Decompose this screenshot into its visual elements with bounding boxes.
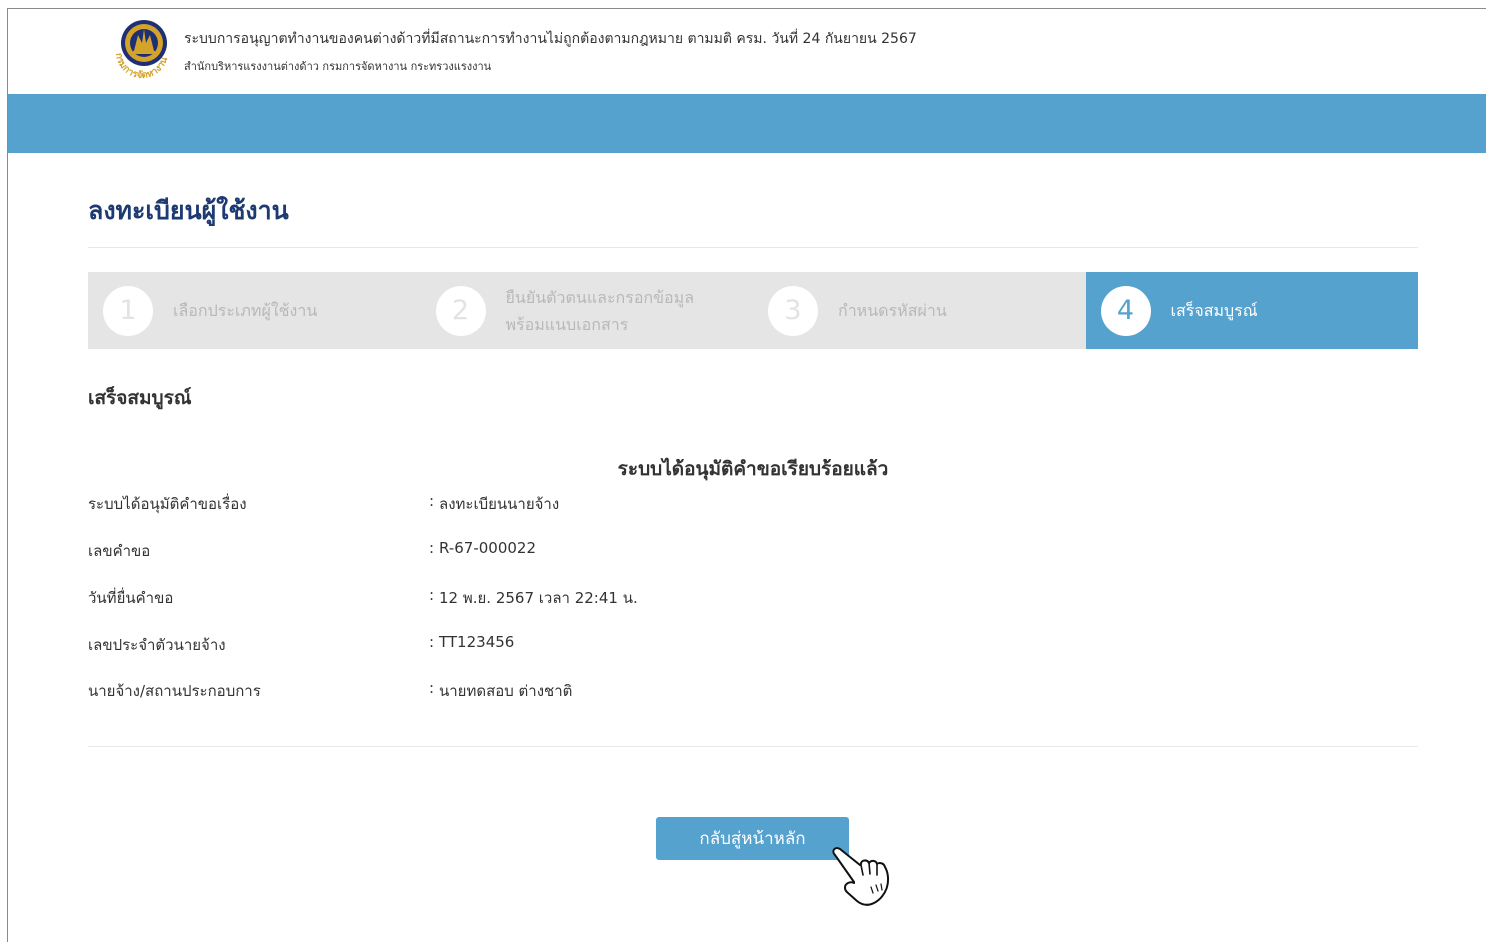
app-window: กรมการจัดหางาน ระบบการอนุญาตทำงานของคนต่…	[7, 8, 1486, 942]
step-number: 4	[1100, 285, 1151, 336]
site-header: กรมการจัดหางาน ระบบการอนุญาตทำงานของคนต่…	[8, 9, 1486, 94]
content-divider	[88, 746, 1418, 747]
info-separator: :	[429, 679, 435, 697]
info-value: 12 พ.ย. 2567 เวลา 22:41 น.	[439, 589, 638, 607]
step-verify-identity: 2 ยืนยันตัวตนและกรอกข้อมูลพร้อมแนบเอกสาร	[421, 272, 754, 349]
info-label: ระบบได้อนุมัติคำขอเรื่อง	[88, 495, 247, 513]
info-separator: :	[429, 492, 435, 510]
step-label: กำหนดรหัสผ่าน	[838, 301, 947, 320]
step-label: ยืนยันตัวตนและกรอกข้อมูลพร้อมแนบเอกสาร	[505, 287, 695, 334]
info-value: TT123456	[439, 633, 515, 651]
site-title: ระบบการอนุญาตทำงานของคนต่างด้าวที่มีสถาน…	[184, 31, 917, 47]
hand-pointer-icon	[832, 847, 890, 906]
info-separator: :	[429, 539, 435, 557]
registration-stepper: 1 เลือกประเภทผู้ใช้งาน 2 ยืนยันตัวตนและก…	[88, 272, 1418, 349]
step-label: เลือกประเภทผู้ใช้งาน	[173, 301, 318, 320]
info-label: เลขประจำตัวนายจ้าง	[88, 636, 226, 654]
step-complete: 4 เสร็จสมบูรณ์	[1085, 272, 1418, 349]
department-seal-icon: กรมการจัดหางาน	[109, 19, 175, 85]
info-value: R-67-000022	[439, 539, 536, 557]
step-number: 1	[103, 285, 153, 336]
info-label: นายจ้าง/สถานประกอบการ	[88, 682, 261, 700]
step-label: เสร็จสมบูรณ์	[1170, 301, 1258, 320]
info-value: ลงทะเบียนนายจ้าง	[439, 495, 560, 513]
info-separator: :	[429, 633, 435, 651]
back-to-home-button[interactable]: กลับสู่หน้าหลัก	[656, 817, 849, 860]
step-set-password: 3 กำหนดรหัสผ่าน	[753, 272, 1086, 349]
step-select-user-type: 1 เลือกประเภทผู้ใช้งาน	[88, 272, 421, 349]
info-label: วันที่ยื่นคำขอ	[88, 589, 174, 607]
section-heading: เสร็จสมบูรณ์	[88, 387, 192, 409]
nav-bar	[8, 94, 1486, 153]
step-number: 3	[768, 285, 818, 336]
page-title: ลงทะเบียนผู้ใช้งาน	[88, 196, 289, 225]
approval-heading: ระบบได้อนุมัติคำขอเรียบร้อยแล้ว	[617, 458, 889, 480]
info-label: เลขคำขอ	[88, 542, 151, 560]
info-separator: :	[429, 586, 435, 604]
site-subtitle: สำนักบริหารแรงงานต่างด้าว กรมการจัดหางาน…	[184, 60, 492, 73]
info-value: นายทดสอบ ต่างชาติ	[439, 682, 573, 700]
title-divider	[88, 247, 1418, 248]
step-number: 2	[435, 285, 486, 336]
